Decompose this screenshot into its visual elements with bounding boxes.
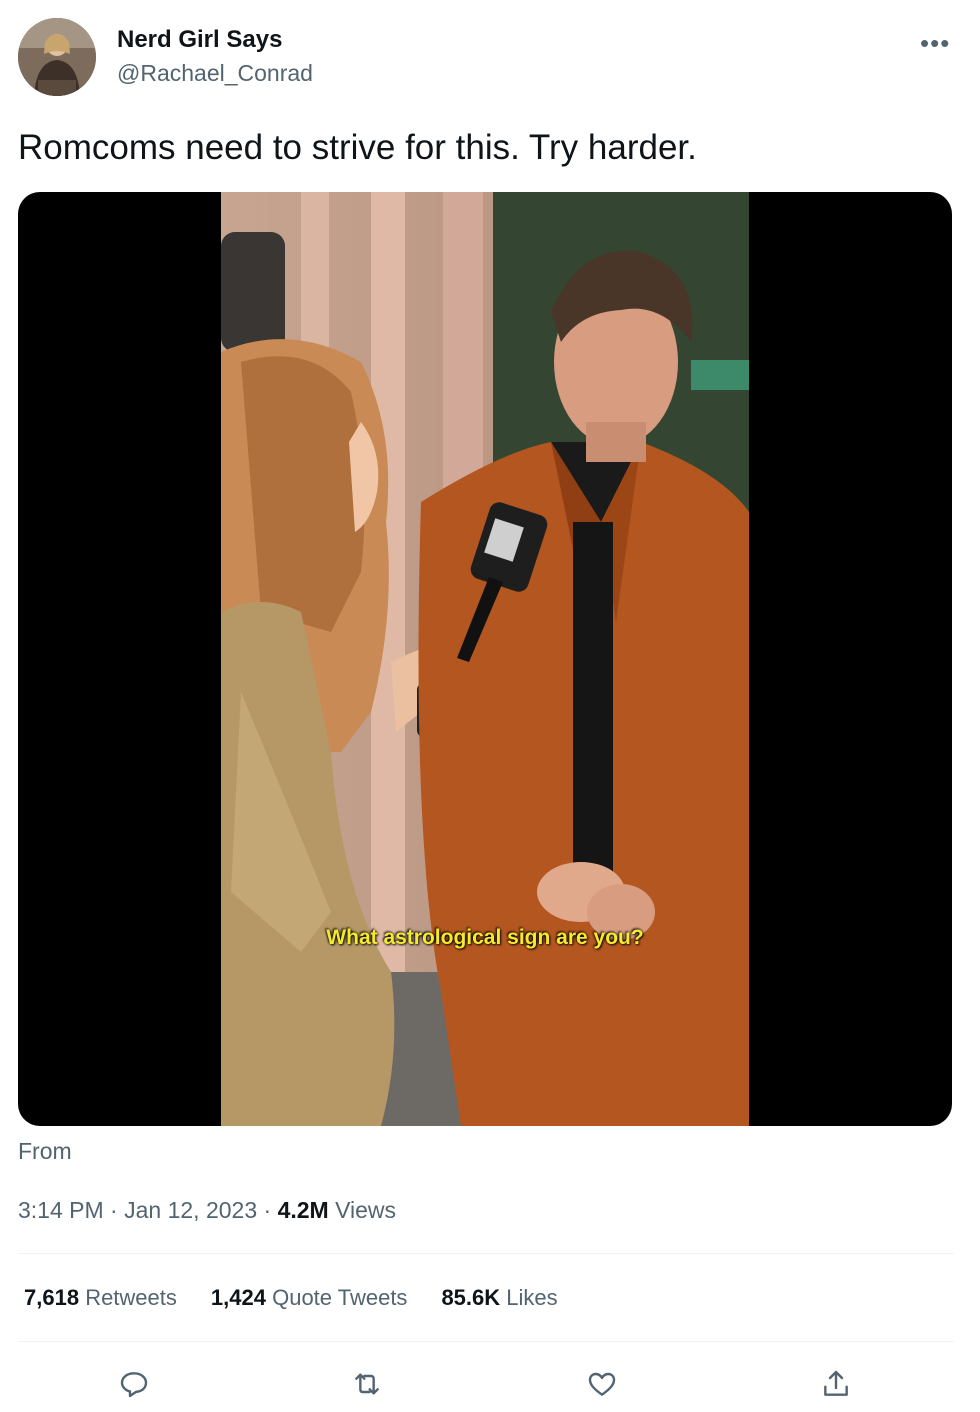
divider [18, 1341, 954, 1342]
quote-tweets-count: 1,424 [210, 1285, 266, 1310]
heart-icon [588, 1372, 616, 1396]
tweet-date[interactable]: Jan 12, 2023 [124, 1197, 257, 1223]
video-frame: What astrological sign are you? [221, 192, 749, 1126]
likes-count: 85.6K [441, 1285, 501, 1310]
likes-stat[interactable]: 85.6K Likes [441, 1285, 557, 1311]
tweet-text: Romcoms need to strive for this. Try har… [18, 128, 697, 167]
more-options-icon[interactable]: ••• [920, 28, 950, 59]
tweet-video[interactable]: What astrological sign are you? [18, 192, 952, 1126]
retweet-icon [355, 1373, 379, 1395]
author-handle[interactable]: @Rachael_Conrad [117, 60, 313, 87]
retweets-label: Retweets [85, 1285, 177, 1310]
author-display-name[interactable]: Nerd Girl Says [117, 26, 282, 54]
separator: · [263, 1197, 272, 1223]
video-still [221, 192, 749, 1126]
tweet-metadata: 3:14 PM · Jan 12, 2023 · 4.2M Views [18, 1197, 396, 1224]
tweet-time[interactable]: 3:14 PM [18, 1197, 104, 1223]
engagement-stats: 7,618 Retweets 1,424 Quote Tweets 85.6K … [24, 1285, 592, 1311]
video-caption: What astrological sign are you? [326, 926, 644, 949]
like-button[interactable] [580, 1362, 624, 1406]
quote-tweets-stat[interactable]: 1,424 Quote Tweets [211, 1285, 408, 1311]
retweet-button[interactable] [345, 1362, 389, 1406]
retweets-stat[interactable]: 7,618 Retweets [24, 1285, 177, 1311]
divider [18, 1253, 954, 1254]
avatar[interactable] [18, 18, 96, 96]
views-label: Views [335, 1197, 397, 1223]
avatar-photo [18, 18, 96, 96]
likes-label: Likes [506, 1285, 558, 1310]
reply-button[interactable] [112, 1362, 156, 1406]
share-icon [824, 1370, 848, 1396]
reply-icon [120, 1372, 148, 1398]
action-bar [0, 1362, 980, 1406]
retweets-count: 7,618 [24, 1285, 80, 1310]
views-count: 4.2M [277, 1197, 329, 1223]
share-button[interactable] [814, 1362, 858, 1406]
from-label: From [18, 1138, 72, 1164]
separator: · [110, 1197, 118, 1223]
quote-tweets-label: Quote Tweets [272, 1285, 408, 1310]
